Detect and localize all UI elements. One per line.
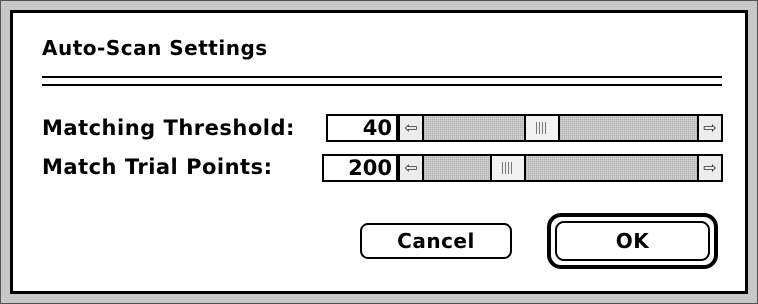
cancel-button[interactable]: Cancel xyxy=(360,223,512,259)
match-trial-points-slider-thumb[interactable] xyxy=(490,156,527,180)
match-trial-points-slider[interactable]: ⇦ ⇨ xyxy=(398,154,723,182)
auto-scan-settings-dialog: Auto-Scan Settings Matching Threshold: 4… xyxy=(0,0,758,304)
left-arrow-icon[interactable]: ⇦ xyxy=(400,156,424,180)
match-trial-points-label: Match Trial Points: xyxy=(42,155,273,179)
matching-threshold-slider[interactable]: ⇦ ⇨ xyxy=(398,114,723,142)
right-arrow-icon[interactable]: ⇨ xyxy=(697,116,721,140)
matching-threshold-label: Matching Threshold: xyxy=(42,116,295,140)
title-divider-bottom xyxy=(42,84,722,86)
dialog-title: Auto-Scan Settings xyxy=(42,36,268,60)
left-arrow-icon[interactable]: ⇦ xyxy=(400,116,424,140)
scroll-thumb-grip-icon xyxy=(535,122,548,134)
title-divider-top xyxy=(42,76,722,78)
right-arrow-icon[interactable]: ⇨ xyxy=(697,156,721,180)
ok-button[interactable]: OK xyxy=(555,221,710,261)
matching-threshold-slider-thumb[interactable] xyxy=(523,116,560,140)
matching-threshold-field[interactable]: 40 xyxy=(326,114,398,142)
scroll-thumb-grip-icon xyxy=(502,162,515,174)
match-trial-points-field[interactable]: 200 xyxy=(322,154,398,182)
